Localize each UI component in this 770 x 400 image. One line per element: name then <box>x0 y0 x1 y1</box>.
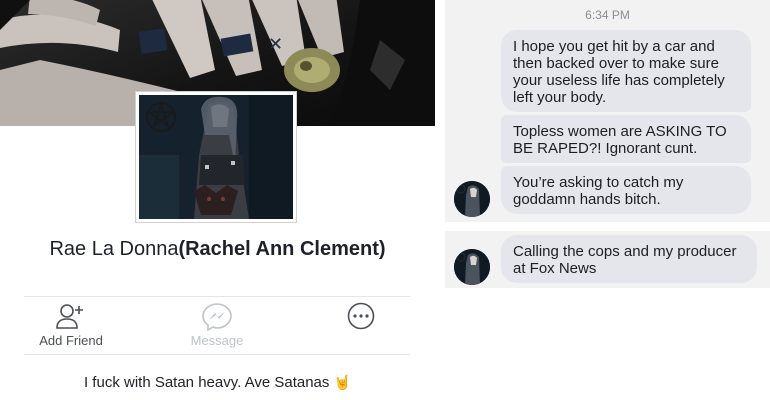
bio-text: I fuck with Satan heavy. Ave Satanas <box>83 374 330 391</box>
message-bubble[interactable]: I hope you get hit by a car and then bac… <box>501 30 751 112</box>
message-bubble[interactable]: Calling the cops and my producer at Fox … <box>501 235 757 283</box>
profile-bio: I fuck with Satan heavy. Ave Satanas 🤘 <box>0 374 435 391</box>
messenger-icon <box>202 303 232 331</box>
svg-text:✕: ✕ <box>268 34 283 55</box>
add-friend-icon <box>56 304 83 329</box>
profile-picture[interactable] <box>136 92 296 222</box>
message-timestamp: 6:34 PM <box>585 8 630 22</box>
more-button[interactable] <box>306 301 416 351</box>
sender-avatar[interactable] <box>454 249 490 285</box>
add-friend-button[interactable]: Add Friend <box>16 301 126 351</box>
sender-avatar[interactable] <box>454 181 490 217</box>
profile-real-name: (Rachel Ann Clement) <box>178 238 386 260</box>
chat-blank-area <box>445 288 770 400</box>
message-button[interactable]: Message <box>162 301 272 351</box>
more-icon <box>347 302 375 330</box>
message-bubble[interactable]: You’re asking to catch my goddamn hands … <box>501 166 751 214</box>
panel-gutter <box>435 0 445 400</box>
avatar-image <box>454 181 490 217</box>
divider <box>24 296 410 297</box>
profile-panel: ✕ Rae La Donna(Rachel Ann Clement) Add F… <box>0 0 435 400</box>
chat-gap <box>445 222 770 231</box>
message-label: Message <box>190 333 244 348</box>
profile-name: Rae La Donna(Rachel Ann Clement) <box>0 236 435 262</box>
profile-photo-image <box>139 95 293 219</box>
add-friend-label: Add Friend <box>39 333 103 348</box>
horns-emoji-icon: 🤘 <box>333 374 352 390</box>
avatar-image <box>454 249 490 285</box>
profile-display-name: Rae La Donna <box>49 238 179 260</box>
message-bubble[interactable]: Topless women are ASKING TO BE RAPED?! I… <box>501 115 751 163</box>
divider <box>24 354 410 355</box>
